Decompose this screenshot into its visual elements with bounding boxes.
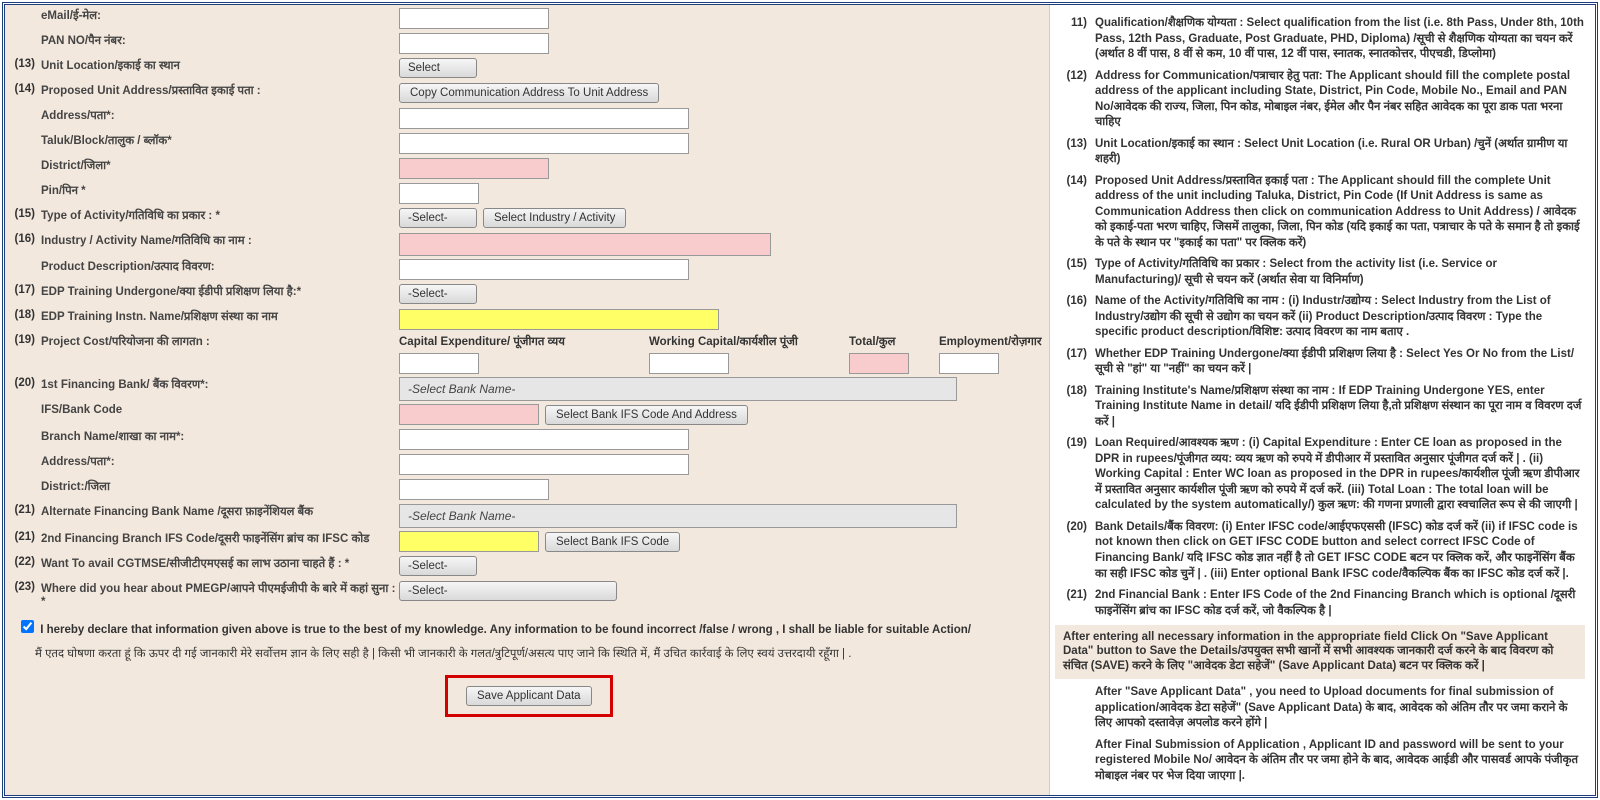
activity-type-select[interactable]: -Select- <box>399 208 477 228</box>
instr-11: Qualification/शैक्षणिक योग्यता : Select … <box>1095 16 1585 63</box>
first-bank-select[interactable]: -Select Bank Name- <box>399 377 957 401</box>
select-second-ifs-button[interactable]: Select Bank IFS Code <box>545 532 680 552</box>
pan-input[interactable] <box>399 33 549 54</box>
total-input[interactable] <box>849 353 909 374</box>
email-input[interactable] <box>399 8 549 29</box>
instr-12: Address for Communication/पत्राचार हेतु … <box>1095 69 1585 131</box>
email-label: eMail/ई-मेल: <box>41 8 399 23</box>
pin-label: Pin/पिन * <box>41 183 399 198</box>
cgtmse-select[interactable]: -Select- <box>399 556 477 576</box>
emp-header: Employment/रोज़गार <box>939 334 1049 349</box>
edp-instn-label: EDP Training Instn. Name/प्रशिक्षण संस्थ… <box>41 309 399 324</box>
district-input[interactable] <box>399 158 549 179</box>
pan-label: PAN NO/पैन नंबर: <box>41 33 399 48</box>
project-cost-label: Project Cost/परियोजना की लागतn : <box>41 334 399 349</box>
bank-address-input[interactable] <box>399 454 689 475</box>
select-ifs-button[interactable]: Select Bank IFS Code And Address <box>545 405 748 425</box>
district-label: District/जिला* <box>41 158 399 173</box>
taluk-input[interactable] <box>399 133 689 154</box>
product-desc-input[interactable] <box>399 259 689 280</box>
branch-name-label: Branch Name/शाखा का नाम*: <box>41 429 399 444</box>
industry-name-input[interactable] <box>399 233 771 256</box>
alt-bank-select[interactable]: -Select Bank Name- <box>399 504 957 528</box>
instr-19: Loan Required/आवश्यक ऋण : (i) Capital Ex… <box>1095 436 1585 514</box>
pin-input[interactable] <box>399 183 479 204</box>
save-button-highlight: Save Applicant Data <box>445 675 613 717</box>
ifs-code-label: IFS/Bank Code <box>41 404 399 416</box>
product-desc-label: Product Description/उत्पाद विवरण: <box>41 259 399 274</box>
address-input[interactable] <box>399 108 689 129</box>
proposed-unit-address-label: Proposed Unit Address/प्रस्तावित इकाई पत… <box>41 83 399 98</box>
instr-note-final: After Final Submission of Application , … <box>1095 738 1585 785</box>
wc-header: Working Capital/कार्यशील पूंजी <box>649 334 849 349</box>
select-industry-button[interactable]: Select Industry / Activity <box>483 208 626 228</box>
hear-about-label: Where did you hear about PMEGP/आपने पीएम… <box>41 581 399 608</box>
save-applicant-button[interactable]: Save Applicant Data <box>466 686 592 706</box>
declaration-text-hi: मैं एतद घोषणा करता हूं कि ऊपर दी गई जानक… <box>5 644 1049 669</box>
unit-location-select[interactable]: Select <box>399 58 477 78</box>
instr-21: 2nd Financial Bank : Enter IFS Code of t… <box>1095 588 1585 619</box>
unit-location-label: Unit Location/इकाई का स्थान <box>41 58 399 73</box>
capex-input[interactable] <box>399 353 479 374</box>
capex-header: Capital Expenditure/ पूंजीगत व्यय <box>399 334 649 349</box>
hear-about-select[interactable]: -Select- <box>399 581 617 601</box>
declaration-checkbox[interactable] <box>21 620 34 633</box>
second-ifs-label: 2nd Financing Branch IFS Code/दूसरी फाइन… <box>41 531 399 546</box>
instr-14: Proposed Unit Address/प्रस्तावित इकाई पत… <box>1095 174 1585 252</box>
alt-bank-label: Alternate Financing Bank Name /दूसरा फ़ा… <box>41 504 399 519</box>
instr-13: Unit Location/इकाई का स्थान : Select Uni… <box>1095 137 1585 168</box>
ifs-code-input[interactable] <box>399 404 539 425</box>
declaration-text-en: I hereby declare that information given … <box>40 624 971 636</box>
instr-18: Training Institute's Name/प्रशिक्षण संस्… <box>1095 384 1585 431</box>
taluk-label: Taluk/Block/तालुक / ब्लॉक* <box>41 133 399 148</box>
copy-address-button[interactable]: Copy Communication Address To Unit Addre… <box>399 83 659 103</box>
instr-15: Type of Activity/गतिविधि का प्रकार : Sel… <box>1095 257 1585 288</box>
instr-note-save: After entering all necessary information… <box>1055 625 1585 679</box>
instr-20: Bank Details/बैंक विवरण: (i) Enter IFSC … <box>1095 520 1585 582</box>
instr-16: Name of the Activity/गतिविधि का नाम : (i… <box>1095 294 1585 341</box>
emp-input[interactable] <box>939 353 999 374</box>
industry-name-label: Industry / Activity Name/गतिविधि का नाम … <box>41 233 399 248</box>
address-label: Address/पता*: <box>41 108 399 123</box>
instr-17: Whether EDP Training Undergone/क्या ईडीप… <box>1095 347 1585 378</box>
bank-district-label: District:/जिला <box>41 479 399 494</box>
edp-training-select[interactable]: -Select- <box>399 284 477 304</box>
bank-address-label: Address/पता*: <box>41 454 399 469</box>
total-header: Total/कुल <box>849 334 939 349</box>
activity-type-label: Type of Activity/गतिविधि का प्रकार : * <box>41 208 399 223</box>
second-ifs-input[interactable] <box>399 531 539 552</box>
edp-training-label: EDP Training Undergone/क्या ईडीपी प्रशिक… <box>41 284 399 299</box>
branch-name-input[interactable] <box>399 429 689 450</box>
instr-note-upload: After "Save Applicant Data" , you need t… <box>1095 685 1585 732</box>
edp-instn-input[interactable] <box>399 309 719 330</box>
first-bank-label: 1st Financing Bank/ बैंक विवरण*: <box>41 377 399 392</box>
wc-input[interactable] <box>649 353 729 374</box>
bank-district-input[interactable] <box>399 479 549 500</box>
cgtmse-label: Want To avail CGTMSE/सीजीटीएमएसई का लाभ … <box>41 556 399 571</box>
